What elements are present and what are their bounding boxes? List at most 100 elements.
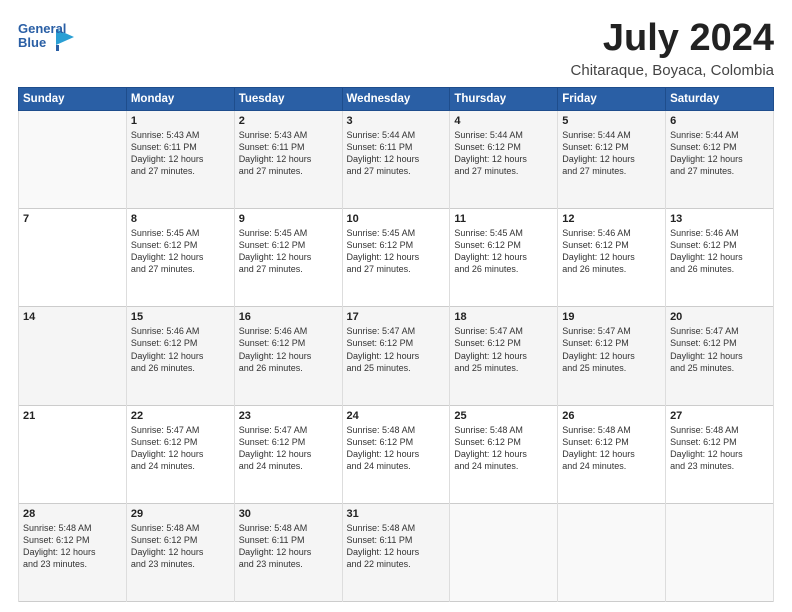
- day-info: Sunrise: 5:48 AM Sunset: 6:11 PM Dayligh…: [239, 522, 338, 571]
- calendar-cell: 25 Sunrise: 5:48 AM Sunset: 6:12 PM Dayli…: [450, 405, 558, 503]
- calendar-cell: 23Sunrise: 5:47 AM Sunset: 6:12 PM Dayli…: [234, 405, 342, 503]
- day-info: Sunrise: 5:47 AM Sunset: 6:12 PM Dayligh…: [347, 325, 446, 374]
- day-number: 10: [347, 213, 446, 225]
- day-number: 15: [131, 311, 230, 323]
- day-number: 4: [454, 115, 553, 127]
- calendar-cell: 5 Sunrise: 5:44 AM Sunset: 6:12 PM Daylig…: [558, 110, 666, 208]
- week-row-4: 21 22 Sunrise: 5:47 AM Sunset: 6:12 PM Day…: [19, 405, 774, 503]
- day-number: 20: [670, 311, 769, 323]
- col-header-tuesday: Tuesday: [234, 87, 342, 110]
- calendar-cell: 4 Sunrise: 5:44 AM Sunset: 6:12 PM Daylig…: [450, 110, 558, 208]
- calendar-cell: 24 Sunrise: 5:48 AM Sunset: 6:12 PM Dayli…: [342, 405, 450, 503]
- calendar-cell: [450, 503, 558, 601]
- day-info: Sunrise: 5:47 AM Sunset: 6:12 PM Dayligh…: [562, 325, 661, 374]
- day-number: 25: [454, 410, 553, 422]
- day-number: 31: [347, 508, 446, 520]
- calendar-cell: 11 Sunrise: 5:45 AM Sunset: 6:12 PM Dayli…: [450, 209, 558, 307]
- day-number: 13: [670, 213, 769, 225]
- calendar-cell: 29 Sunrise: 5:48 AM Sunset: 6:12 PM Dayli…: [126, 503, 234, 601]
- day-info: Sunrise: 5:48 AM Sunset: 6:12 PM Dayligh…: [23, 522, 122, 571]
- day-number: 26: [562, 410, 661, 422]
- calendar-cell: 15 Sunrise: 5:46 AM Sunset: 6:12 PM Dayli…: [126, 307, 234, 405]
- day-number: 23: [239, 410, 338, 422]
- day-number: 27: [670, 410, 769, 422]
- header: General Blue July 2024 Chitaraque, Boyac…: [18, 18, 774, 79]
- day-info: Sunrise: 5:44 AM Sunset: 6:12 PM Dayligh…: [562, 129, 661, 178]
- calendar-cell: 12 Sunrise: 5:46 AM Sunset: 6:12 PM Dayli…: [558, 209, 666, 307]
- day-info: Sunrise: 5:47 AM Sunset: 6:12 PM Dayligh…: [131, 424, 230, 473]
- day-number: 1: [131, 115, 230, 127]
- subtitle: Chitaraque, Boyaca, Colombia: [571, 62, 774, 79]
- day-info: Sunrise: 5:48 AM Sunset: 6:12 PM Dayligh…: [347, 424, 446, 473]
- col-header-saturday: Saturday: [666, 87, 774, 110]
- day-info: Sunrise: 5:45 AM Sunset: 6:12 PM Dayligh…: [239, 227, 338, 276]
- day-info: Sunrise: 5:45 AM Sunset: 6:12 PM Dayligh…: [131, 227, 230, 276]
- calendar-cell: [666, 503, 774, 601]
- calendar-cell: 21: [19, 405, 127, 503]
- day-number: 24: [347, 410, 446, 422]
- day-number: 21: [23, 410, 122, 422]
- day-info: Sunrise: 5:48 AM Sunset: 6:12 PM Dayligh…: [454, 424, 553, 473]
- calendar-cell: 28 Sunrise: 5:48 AM Sunset: 6:12 PM Dayli…: [19, 503, 127, 601]
- col-header-thursday: Thursday: [450, 87, 558, 110]
- day-number: 19: [562, 311, 661, 323]
- day-info: Sunrise: 5:45 AM Sunset: 6:12 PM Dayligh…: [454, 227, 553, 276]
- day-info: Sunrise: 5:45 AM Sunset: 6:12 PM Dayligh…: [347, 227, 446, 276]
- calendar-cell: 17 Sunrise: 5:47 AM Sunset: 6:12 PM Dayli…: [342, 307, 450, 405]
- week-row-3: 14 15 Sunrise: 5:46 AM Sunset: 6:12 PM Day…: [19, 307, 774, 405]
- calendar-cell: 14: [19, 307, 127, 405]
- header-row: SundayMondayTuesdayWednesdayThursdayFrid…: [19, 87, 774, 110]
- day-number: 5: [562, 115, 661, 127]
- day-info: Sunrise: 5:43 AM Sunset: 6:11 PM Dayligh…: [131, 129, 230, 178]
- title-block: July 2024 Chitaraque, Boyaca, Colombia: [571, 18, 774, 79]
- day-info: Sunrise: 5:46 AM Sunset: 6:12 PM Dayligh…: [562, 227, 661, 276]
- calendar-cell: 6Sunrise: 5:44 AM Sunset: 6:12 PM Daylig…: [666, 110, 774, 208]
- day-number: 2: [239, 115, 338, 127]
- calendar-cell: 3Sunrise: 5:44 AM Sunset: 6:11 PM Daylig…: [342, 110, 450, 208]
- week-row-2: 78 Sunrise: 5:45 AM Sunset: 6:12 PM Dayli…: [19, 209, 774, 307]
- day-info: Sunrise: 5:48 AM Sunset: 6:12 PM Dayligh…: [562, 424, 661, 473]
- day-number: 17: [347, 311, 446, 323]
- col-header-wednesday: Wednesday: [342, 87, 450, 110]
- day-number: 28: [23, 508, 122, 520]
- day-info: Sunrise: 5:48 AM Sunset: 6:12 PM Dayligh…: [670, 424, 769, 473]
- day-info: Sunrise: 5:48 AM Sunset: 6:12 PM Dayligh…: [131, 522, 230, 571]
- day-info: Sunrise: 5:48 AM Sunset: 6:11 PM Dayligh…: [347, 522, 446, 571]
- day-number: 9: [239, 213, 338, 225]
- day-number: 22: [131, 410, 230, 422]
- week-row-5: 28 Sunrise: 5:48 AM Sunset: 6:12 PM Dayli…: [19, 503, 774, 601]
- day-info: Sunrise: 5:47 AM Sunset: 6:12 PM Dayligh…: [454, 325, 553, 374]
- week-row-1: 1 Sunrise: 5:43 AM Sunset: 6:11 PM Daylig…: [19, 110, 774, 208]
- col-header-friday: Friday: [558, 87, 666, 110]
- calendar-cell: 27 Sunrise: 5:48 AM Sunset: 6:12 PM Dayli…: [666, 405, 774, 503]
- day-info: Sunrise: 5:46 AM Sunset: 6:12 PM Dayligh…: [239, 325, 338, 374]
- day-number: 30: [239, 508, 338, 520]
- day-number: 18: [454, 311, 553, 323]
- day-number: 16: [239, 311, 338, 323]
- day-info: Sunrise: 5:44 AM Sunset: 6:11 PM Dayligh…: [347, 129, 446, 178]
- day-info: Sunrise: 5:44 AM Sunset: 6:12 PM Dayligh…: [454, 129, 553, 178]
- day-number: 12: [562, 213, 661, 225]
- calendar-cell: 19 Sunrise: 5:47 AM Sunset: 6:12 PM Dayli…: [558, 307, 666, 405]
- page: General Blue July 2024 Chitaraque, Boyac…: [0, 0, 792, 612]
- calendar-cell: 22 Sunrise: 5:47 AM Sunset: 6:12 PM Dayli…: [126, 405, 234, 503]
- calendar-cell: 26 Sunrise: 5:48 AM Sunset: 6:12 PM Dayli…: [558, 405, 666, 503]
- day-info: Sunrise: 5:46 AM Sunset: 6:12 PM Dayligh…: [131, 325, 230, 374]
- day-number: 29: [131, 508, 230, 520]
- calendar-cell: 30 Sunrise: 5:48 AM Sunset: 6:11 PM Dayli…: [234, 503, 342, 601]
- calendar-cell: 16 Sunrise: 5:46 AM Sunset: 6:12 PM Dayli…: [234, 307, 342, 405]
- calendar-cell: 18 Sunrise: 5:47 AM Sunset: 6:12 PM Dayli…: [450, 307, 558, 405]
- day-number: 6: [670, 115, 769, 127]
- calendar-cell: [558, 503, 666, 601]
- day-number: 8: [131, 213, 230, 225]
- calendar-cell: 13Sunrise: 5:46 AM Sunset: 6:12 PM Dayli…: [666, 209, 774, 307]
- calendar-cell: 9 Sunrise: 5:45 AM Sunset: 6:12 PM Daylig…: [234, 209, 342, 307]
- logo: General Blue: [18, 22, 74, 58]
- calendar-cell: 10 Sunrise: 5:45 AM Sunset: 6:12 PM Dayli…: [342, 209, 450, 307]
- day-number: 7: [23, 213, 122, 225]
- calendar-cell: 7: [19, 209, 127, 307]
- day-number: 11: [454, 213, 553, 225]
- calendar-cell: 31 Sunrise: 5:48 AM Sunset: 6:11 PM Dayli…: [342, 503, 450, 601]
- main-title: July 2024: [571, 18, 774, 60]
- day-info: Sunrise: 5:43 AM Sunset: 6:11 PM Dayligh…: [239, 129, 338, 178]
